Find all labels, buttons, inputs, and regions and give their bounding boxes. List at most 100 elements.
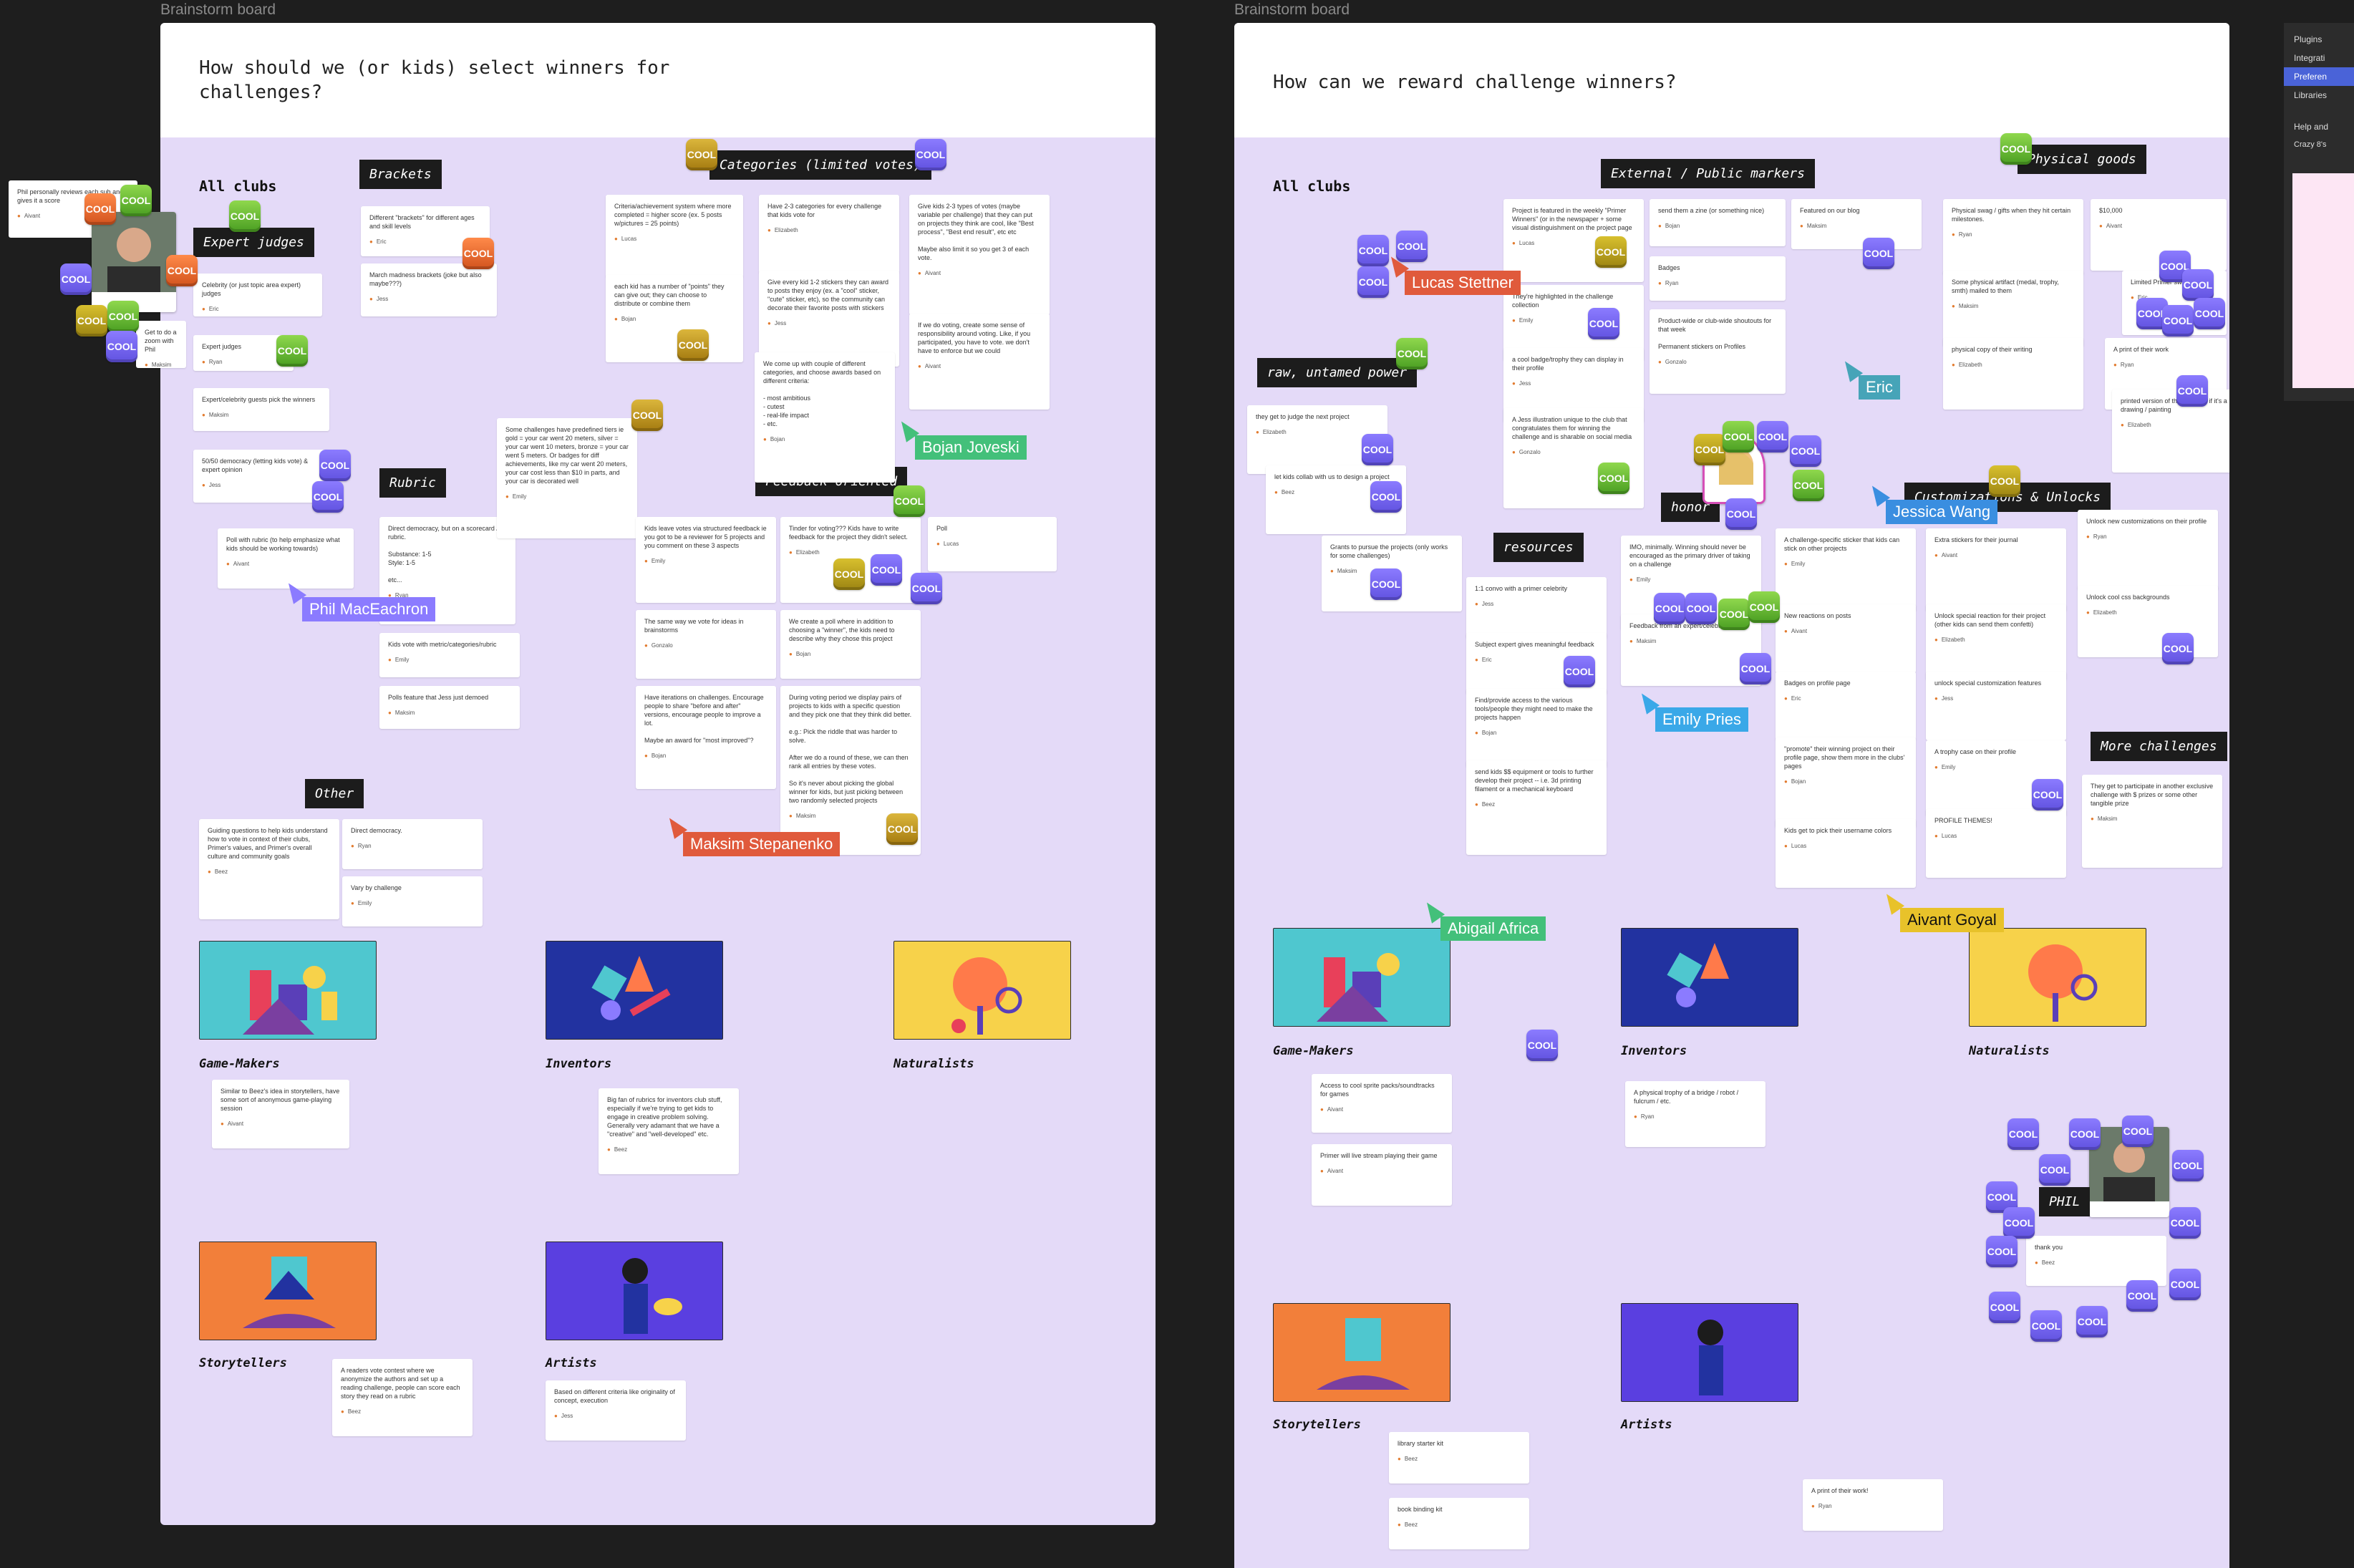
cool-sticker[interactable]: COOL — [1526, 1030, 1558, 1061]
sticky-note[interactable]: Featured on our blog Maksim — [1791, 199, 1922, 249]
cool-sticker[interactable]: COOL — [319, 450, 351, 481]
cool-sticker[interactable]: COOL — [2069, 1118, 2101, 1150]
cool-sticker[interactable]: COOL — [686, 139, 717, 170]
cool-sticker[interactable]: COOL — [677, 329, 709, 361]
sticky-note[interactable]: Some physical artifact (medal, trophy, s… — [1943, 271, 2083, 347]
cool-sticker[interactable]: COOL — [631, 400, 663, 431]
menu-item-libraries[interactable]: Libraries — [2284, 86, 2354, 105]
tag-rubric[interactable]: Rubric — [379, 468, 447, 498]
cool-sticker[interactable]: COOL — [1986, 1236, 2018, 1267]
board-label-left[interactable]: Brainstorm board — [160, 1, 276, 19]
sticky-note[interactable]: Unlock special reaction for their projec… — [1926, 604, 2066, 680]
cool-sticker[interactable]: COOL — [1694, 434, 1725, 465]
sticky-note[interactable]: Extra stickers for their journal Aivant — [1926, 528, 2066, 611]
cool-sticker[interactable]: COOL — [1362, 434, 1393, 465]
sticky-note[interactable]: 1:1 convo with a primer celebrity Jess — [1466, 577, 1607, 639]
sticky-note[interactable]: Big fan of rubrics for inventors club st… — [599, 1088, 739, 1174]
cool-sticker[interactable]: COOL — [2039, 1154, 2070, 1186]
cool-sticker[interactable]: COOL — [2076, 1306, 2108, 1337]
cool-sticker[interactable]: COOL — [2169, 1207, 2201, 1239]
sticky-note[interactable]: send kids $$ equipment or tools to furth… — [1466, 760, 1607, 855]
avatar-phil[interactable] — [92, 212, 176, 312]
sticky-note[interactable]: March madness brackets (joke but also ma… — [361, 263, 497, 316]
cool-sticker[interactable]: COOL — [1396, 338, 1428, 369]
cool-sticker[interactable]: COOL — [1740, 653, 1771, 684]
sticky-note[interactable]: printed version of their artwork if it's… — [2112, 389, 2229, 473]
sticky-note[interactable]: Poll with rubric (to help emphasize what… — [218, 528, 354, 589]
cool-sticker[interactable]: COOL — [1725, 498, 1757, 530]
cool-sticker[interactable]: COOL — [1370, 568, 1402, 600]
sticky-note[interactable]: Badges on profile page Eric — [1776, 672, 1916, 740]
cool-sticker[interactable]: COOL — [915, 139, 946, 170]
sticky-note[interactable]: Kids get to pick their username colors Lu… — [1776, 819, 1916, 888]
sticky-note[interactable]: Polls feature that Jess just demoed Maksi… — [379, 686, 520, 729]
sticky-note[interactable]: Vary by challenge Emily — [342, 876, 483, 926]
sticky-note[interactable]: Primer will live stream playing their ga… — [1312, 1144, 1452, 1206]
tag-raw-power[interactable]: raw, untamed power — [1257, 358, 1418, 387]
sticky-note[interactable]: Product-wide or club-wide shoutouts for … — [1650, 309, 1786, 394]
board-reward-winners[interactable]: How can we reward challenge winners? All… — [1234, 23, 2229, 1568]
tag-other[interactable]: Other — [305, 779, 364, 808]
tag-phil[interactable]: PHIL — [2039, 1187, 2091, 1216]
sticky-note[interactable]: Poll Lucas — [928, 517, 1057, 571]
cool-sticker[interactable]: COOL — [166, 255, 198, 286]
cool-sticker[interactable]: COOL — [120, 185, 152, 216]
sticky-note[interactable]: Guiding questions to help kids understan… — [199, 819, 339, 919]
cool-sticker[interactable]: COOL — [1863, 238, 1894, 269]
cool-sticker[interactable]: COOL — [2032, 779, 2063, 810]
cool-sticker[interactable]: COOL — [276, 335, 308, 367]
sticky-note[interactable]: Badges Ryan — [1650, 256, 1786, 301]
cool-sticker[interactable]: COOL — [1757, 421, 1788, 453]
cool-sticker[interactable]: COOL — [893, 485, 925, 517]
sticky-note[interactable]: We come up with couple of different cate… — [755, 352, 895, 483]
sticky-note[interactable]: Unlock cool css backgrounds Elizabeth — [2078, 586, 2218, 657]
cool-sticker[interactable]: COOL — [2182, 269, 2214, 301]
cool-sticker[interactable]: COOL — [462, 238, 494, 269]
cool-sticker[interactable]: COOL — [229, 200, 261, 232]
sticky-note[interactable]: They get to participate in another exclu… — [2082, 775, 2222, 868]
tag-more-challenges[interactable]: More challenges — [2091, 732, 2227, 761]
sticky-note[interactable]: Kids vote with metric/categories/rubric E… — [379, 633, 520, 677]
sticky-note[interactable]: Criteria/achievement system where more c… — [606, 195, 743, 278]
sticky-note[interactable]: Give kids 2-3 types of votes (maybe vari… — [909, 195, 1050, 315]
sticky-note[interactable]: unlock special customization features Jes… — [1926, 672, 2066, 740]
cool-sticker[interactable]: COOL — [1598, 463, 1629, 494]
tag-external-markers[interactable]: External / Public markers — [1601, 159, 1815, 188]
board-label-right[interactable]: Brainstorm board — [1234, 1, 1350, 19]
sticky-note[interactable]: 50/50 democracy (letting kids vote) & ex… — [193, 450, 329, 503]
cool-sticker[interactable]: COOL — [1370, 481, 1402, 513]
tag-expert-judges[interactable]: Expert judges — [193, 228, 314, 257]
sticky-note[interactable]: Similar to Beez's idea in storytellers, … — [212, 1080, 349, 1148]
sticky-note[interactable]: We create a poll where in addition to ch… — [780, 610, 921, 679]
cool-sticker[interactable]: COOL — [106, 331, 137, 362]
sticky-note[interactable]: PROFILE THEMES! Lucas — [1926, 809, 2066, 878]
cool-sticker[interactable]: COOL — [1989, 1292, 2020, 1323]
board-select-winners[interactable]: How should we (or kids) select winners f… — [160, 23, 1156, 1525]
cool-sticker[interactable]: COOL — [1748, 591, 1780, 623]
cool-sticker[interactable]: COOL — [2122, 1115, 2154, 1147]
sticky-note[interactable]: send them a zine (or something nice) Boja… — [1650, 199, 1786, 246]
cool-sticker[interactable]: COOL — [2007, 1118, 2039, 1150]
cool-sticker[interactable]: COOL — [1989, 465, 2020, 497]
sticky-note[interactable]: $10,000 Aivant — [2091, 199, 2227, 271]
sticky-note[interactable]: Direct democracy. Ryan — [342, 819, 483, 869]
cool-sticker[interactable]: COOL — [2030, 1310, 2062, 1342]
tag-brackets[interactable]: Brackets — [359, 160, 442, 189]
cool-sticker[interactable]: COOL — [1564, 656, 1595, 687]
sticky-note[interactable]: A readers vote contest where we anonymiz… — [332, 1359, 473, 1436]
sticky-note[interactable]: physical copy of their writing Elizabeth — [1943, 338, 2083, 410]
sticky-note[interactable]: Find/provide access to the various tools… — [1466, 689, 1607, 768]
sticky-note[interactable]: Have iterations on challenges. Encourage… — [636, 686, 776, 789]
sticky-note[interactable]: "promote" their winning project on their… — [1776, 737, 1916, 828]
cool-sticker[interactable]: COOL — [84, 193, 116, 225]
page-crazy-eights[interactable]: Crazy 8's — [2284, 136, 2354, 153]
cool-sticker[interactable]: COOL — [2000, 133, 2032, 165]
cool-sticker[interactable]: COOL — [60, 263, 92, 295]
sticky-note[interactable]: If we do voting, create some sense of re… — [909, 314, 1050, 410]
cool-sticker[interactable]: COOL — [1718, 599, 1750, 630]
sticky-note[interactable]: A physical trophy of a bridge / robot / … — [1625, 1081, 1766, 1147]
cool-sticker[interactable]: COOL — [1654, 593, 1685, 624]
sticky-note[interactable]: Get to do a zoom with Phil Maksim — [136, 321, 186, 368]
sticky-note[interactable]: New reactions on posts Aivant — [1776, 604, 1916, 673]
sticky-note[interactable]: Have 2-3 categories for every challenge … — [759, 195, 899, 274]
